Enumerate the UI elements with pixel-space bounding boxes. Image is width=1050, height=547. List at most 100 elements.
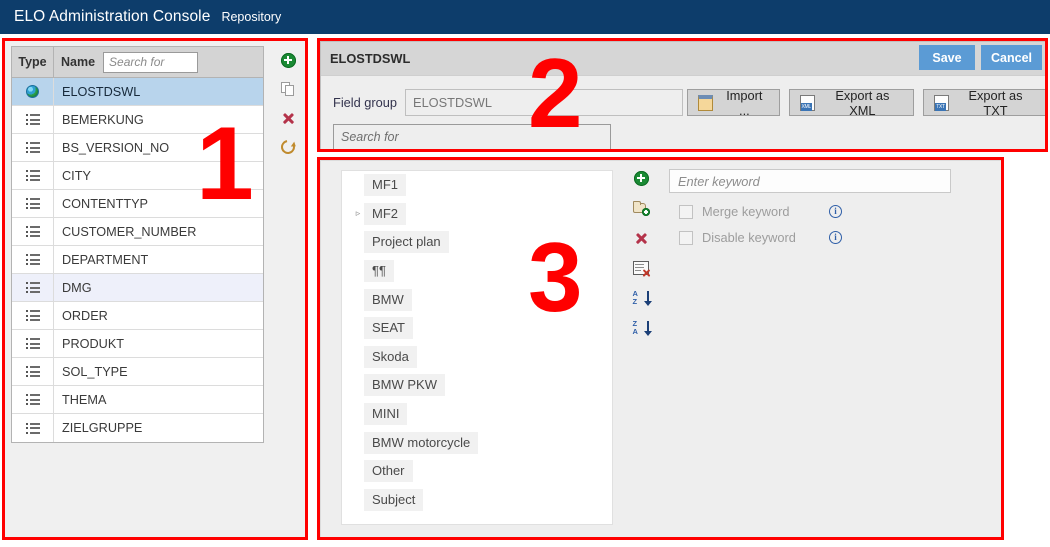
keyword-options: Merge keyword i Disable keyword i bbox=[669, 204, 979, 245]
add-field-group-button[interactable] bbox=[279, 51, 297, 69]
info-icon[interactable]: i bbox=[829, 231, 842, 244]
row-type-cell bbox=[12, 302, 54, 329]
field-group-search-input[interactable] bbox=[333, 124, 611, 150]
row-type-cell bbox=[12, 134, 54, 161]
add-icon bbox=[633, 170, 649, 186]
sort-ascending-button[interactable]: AZ bbox=[632, 289, 652, 307]
chevron-right-icon[interactable]: ▹ bbox=[352, 209, 364, 218]
xml-file-button[interactable]: XML Export as XML bbox=[788, 87, 915, 118]
delete-icon bbox=[281, 111, 296, 126]
keyword-tree-item[interactable]: MF1 bbox=[342, 171, 612, 200]
field-list-table: Type Name ELOSTDSWL BEMERKUNG BS_VERSION_N… bbox=[11, 46, 264, 443]
keyword-label: ¶¶ bbox=[364, 260, 394, 283]
sort-az-icon: AZ bbox=[633, 290, 652, 306]
app-title: ELO Administration Console bbox=[14, 8, 211, 25]
keyword-panel: MF1 ▹ MF2 Project plan ¶¶ BMW SEAT Skoda BMW PKW… bbox=[320, 160, 1003, 538]
row-name-cell: DEPARTMENT bbox=[62, 252, 149, 267]
row-type-cell bbox=[12, 386, 54, 413]
field-group-name-input[interactable] bbox=[405, 89, 684, 116]
table-row[interactable]: BEMERKUNG bbox=[12, 106, 263, 134]
row-type-cell bbox=[12, 246, 54, 273]
keyword-input[interactable] bbox=[669, 169, 951, 193]
keyword-tree-item[interactable]: SEAT bbox=[342, 314, 612, 343]
keyword-tree-item[interactable]: MINI bbox=[342, 400, 612, 429]
row-name-cell: ORDER bbox=[62, 308, 108, 323]
list-icon bbox=[25, 198, 40, 209]
keyword-tree-item[interactable]: Other bbox=[342, 457, 612, 486]
keyword-option-row: Merge keyword i bbox=[669, 204, 979, 219]
list-icon bbox=[25, 394, 40, 405]
delete-keyword-button[interactable] bbox=[632, 229, 650, 247]
sort-descending-button[interactable]: ZA bbox=[632, 319, 652, 337]
list-icon bbox=[25, 338, 40, 349]
field-group-row: Field group bbox=[333, 89, 684, 116]
keyword-tree-item[interactable]: Project plan bbox=[342, 228, 612, 257]
row-type-cell bbox=[12, 106, 54, 133]
breadcrumb-repository: Repository bbox=[221, 9, 282, 24]
keyword-label: Subject bbox=[364, 488, 424, 511]
clear-form-icon bbox=[633, 261, 649, 275]
row-name-cell: DMG bbox=[62, 280, 92, 295]
list-icon bbox=[25, 282, 40, 293]
keyword-tree[interactable]: MF1 ▹ MF2 Project plan ¶¶ BMW SEAT Skoda BMW PKW… bbox=[341, 170, 613, 525]
keyword-tree-item[interactable]: Subject bbox=[342, 486, 612, 515]
cancel-button[interactable]: Cancel bbox=[981, 45, 1042, 70]
list-icon bbox=[25, 114, 40, 125]
refresh-field-list-button[interactable] bbox=[278, 137, 298, 157]
row-type-cell bbox=[12, 358, 54, 385]
field-group-panel: ELOSTDSWL Save Cancel Field group Import… bbox=[320, 41, 1047, 151]
table-row[interactable]: CONTENTTYP bbox=[12, 190, 263, 218]
import-button[interactable]: Import ... bbox=[687, 88, 780, 118]
keyword-tree-item[interactable]: BMW bbox=[342, 285, 612, 314]
list-icon bbox=[25, 310, 40, 321]
column-header-name-label: Name bbox=[61, 55, 96, 69]
row-type-cell bbox=[12, 190, 54, 217]
field-list-search-input[interactable] bbox=[103, 51, 199, 73]
row-name-cell: ZIELGRUPPE bbox=[62, 421, 143, 435]
table-row[interactable]: CITY bbox=[12, 162, 263, 190]
button-label: Export as XML bbox=[835, 87, 890, 118]
table-row[interactable]: PRODUKT bbox=[12, 330, 263, 358]
table-row[interactable]: ZIELGRUPPE bbox=[12, 414, 263, 442]
add-sub-keyword-button[interactable] bbox=[632, 199, 650, 217]
keyword-toolbar: AZ ZA bbox=[628, 169, 654, 337]
table-row[interactable]: SOL_TYPE bbox=[12, 358, 263, 386]
table-row[interactable]: ORDER bbox=[12, 302, 263, 330]
application-window: ELO Administration Console Repository Ty… bbox=[0, 0, 1050, 547]
add-folder-icon bbox=[632, 201, 650, 216]
table-row[interactable]: BS_VERSION_NO bbox=[12, 134, 263, 162]
add-keyword-button[interactable] bbox=[632, 169, 650, 187]
clear-keyword-form-button[interactable] bbox=[632, 259, 650, 277]
table-row[interactable]: CUSTOMER_NUMBER bbox=[12, 218, 263, 246]
row-name-cell: PRODUKT bbox=[62, 336, 125, 351]
field-list-body: ELOSTDSWL BEMERKUNG BS_VERSION_NO CITY CONTE… bbox=[12, 78, 263, 442]
field-group-label: Field group bbox=[333, 95, 398, 110]
keyword-label: BMW PKW bbox=[364, 374, 445, 397]
table-row[interactable]: THEMA bbox=[12, 386, 263, 414]
info-icon[interactable]: i bbox=[829, 205, 842, 218]
keyword-tree-item[interactable]: BMW PKW bbox=[342, 371, 612, 400]
row-name-cell: CONTENTTYP bbox=[62, 196, 148, 211]
field-group-header: ELOSTDSWL Save Cancel bbox=[321, 42, 1046, 75]
checkbox-label: Disable keyword bbox=[702, 230, 796, 245]
keyword-tree-item[interactable]: Skoda bbox=[342, 343, 612, 372]
delete-field-group-button[interactable] bbox=[279, 109, 297, 127]
delete-icon bbox=[634, 231, 649, 246]
txt-file-button[interactable]: TXT Export as TXT bbox=[923, 88, 1046, 118]
row-name-cell: BEMERKUNG bbox=[62, 112, 144, 127]
copy-field-group-button[interactable] bbox=[279, 80, 297, 98]
table-row[interactable]: ELOSTDSWL bbox=[12, 78, 263, 106]
keyword-label: MINI bbox=[364, 403, 408, 426]
save-button[interactable]: Save bbox=[919, 45, 975, 70]
keyword-tree-item[interactable]: ▹ MF2 bbox=[342, 200, 612, 229]
title-bar: ELO Administration Console Repository bbox=[0, 0, 1050, 34]
row-type-cell bbox=[12, 274, 54, 301]
checkbox-disable-keyword[interactable] bbox=[679, 230, 693, 245]
checkbox-merge-keyword[interactable] bbox=[679, 204, 693, 219]
table-row[interactable]: DEPARTMENT bbox=[12, 246, 263, 274]
field-group-title: ELOSTDSWL bbox=[330, 51, 411, 66]
table-row[interactable]: DMG bbox=[12, 274, 263, 302]
keyword-tree-item[interactable]: BMW motorcycle bbox=[342, 428, 612, 457]
keyword-tree-item[interactable]: ¶¶ bbox=[342, 257, 612, 286]
list-icon bbox=[25, 142, 40, 153]
